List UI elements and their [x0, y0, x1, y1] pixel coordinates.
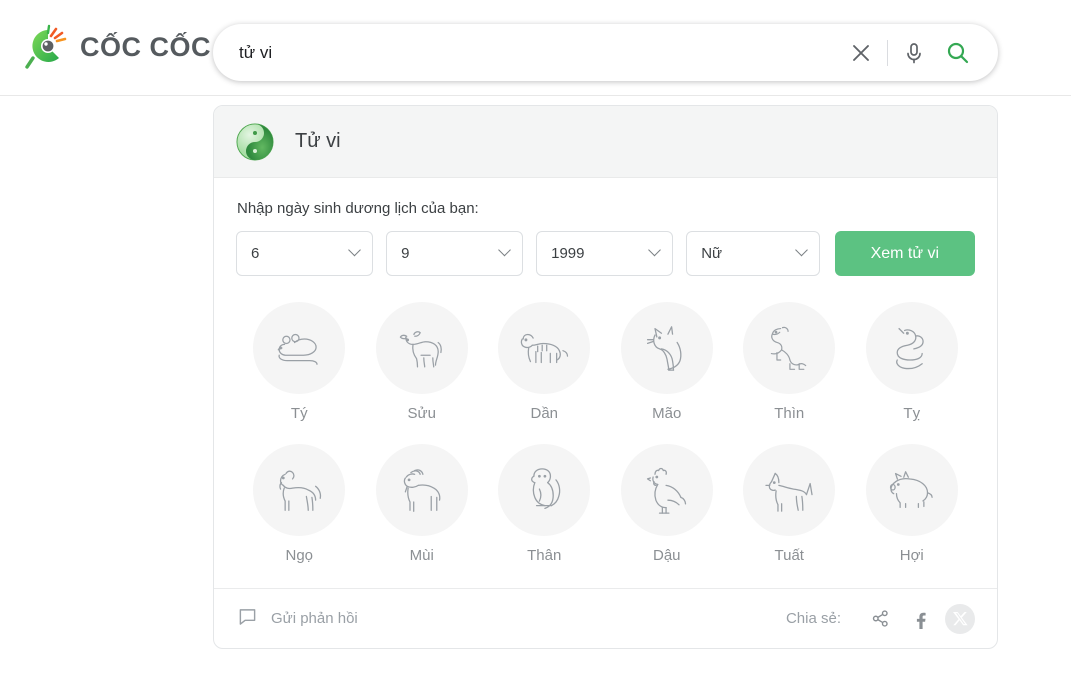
- zodiac-label: Thìn: [774, 405, 805, 422]
- coccoc-logo-icon: [24, 23, 74, 73]
- x-twitter-icon[interactable]: [945, 603, 975, 634]
- cat-icon: [620, 302, 713, 394]
- day-select-value: 6: [251, 245, 260, 262]
- share-label: Chia sẻ:: [785, 610, 841, 627]
- send-feedback-label: Gửi phản hồi: [271, 610, 358, 627]
- search-bar[interactable]: [213, 24, 998, 81]
- zodiac-label: Sửu: [407, 405, 436, 422]
- year-select[interactable]: 1999: [536, 231, 674, 276]
- chevron-down-icon: [648, 243, 662, 256]
- zodiac-label: Mùi: [409, 547, 434, 564]
- zodiac-label: Hợi: [899, 547, 924, 564]
- yin-yang-icon: [236, 122, 274, 161]
- chevron-down-icon: [498, 243, 511, 256]
- zodiac-item[interactable]: Dần: [483, 302, 606, 438]
- send-feedback-button[interactable]: Gửi phản hồi: [238, 607, 358, 631]
- voice-search-button[interactable]: [892, 31, 936, 75]
- rat-icon: [253, 302, 346, 394]
- month-select-value: 9: [401, 245, 410, 262]
- zodiac-label: Tỵ: [903, 405, 921, 422]
- zodiac-item[interactable]: Sửu: [361, 302, 484, 438]
- gender-select[interactable]: Nữ: [686, 231, 820, 276]
- pig-icon: [865, 444, 958, 536]
- zodiac-label: Tý: [290, 405, 308, 422]
- dog-icon: [743, 444, 836, 536]
- zodiac-item[interactable]: Tỵ: [851, 302, 974, 438]
- zodiac-label: Tuất: [774, 547, 804, 564]
- zodiac-label: Dậu: [652, 547, 681, 564]
- zodiac-label: Thân: [527, 547, 562, 564]
- search-header: CỐC CỐC: [0, 0, 1071, 96]
- birthdate-form-label: Nhập ngày sinh dương lịch của bạn:: [237, 200, 479, 217]
- card-footer: Gửi phản hồi Chia sẻ:: [214, 588, 997, 648]
- horoscope-card: Tử vi Nhập ngày sinh dương lịch của bạn:…: [213, 105, 998, 649]
- view-horoscope-button[interactable]: Xem tử vi: [834, 231, 975, 276]
- year-select-value: 1999: [551, 245, 585, 262]
- zodiac-item[interactable]: Thân: [483, 444, 606, 580]
- search-divider: [887, 39, 888, 66]
- card-title: Tử vi: [295, 130, 341, 152]
- zodiac-label: Mão: [652, 405, 682, 422]
- zodiac-item[interactable]: Hợi: [851, 444, 974, 580]
- zodiac-item[interactable]: Thìn: [728, 302, 851, 438]
- day-select[interactable]: 6: [236, 231, 374, 276]
- horse-icon: [253, 444, 346, 536]
- goat-icon: [375, 444, 468, 536]
- ox-icon: [375, 302, 468, 394]
- search-submit-button[interactable]: [936, 31, 980, 75]
- card-header: Tử vi: [214, 106, 997, 178]
- dragon-icon: [743, 302, 836, 394]
- coccoc-logo[interactable]: CỐC CỐC: [24, 23, 211, 73]
- gender-select-value: Nữ: [701, 245, 723, 262]
- zodiac-grid: Tý Sửu Dần Mão Thìn Tỵ Ngọ Mùi Thân Dậu …: [236, 302, 975, 580]
- chevron-down-icon: [794, 243, 808, 256]
- zodiac-item[interactable]: Tý: [238, 302, 361, 438]
- zodiac-item[interactable]: Dậu: [606, 444, 729, 580]
- month-select[interactable]: 9: [386, 231, 524, 276]
- birthdate-form-row: 6 9 1999 Nữ Xem tử vi: [236, 231, 975, 276]
- coccoc-logo-text: CỐC CỐC: [80, 32, 211, 62]
- chevron-down-icon: [348, 243, 361, 256]
- zodiac-item[interactable]: Mão: [606, 302, 729, 438]
- facebook-icon[interactable]: [905, 604, 935, 634]
- share-nodes-icon[interactable]: [865, 604, 895, 634]
- search-input[interactable]: [237, 37, 839, 68]
- zodiac-item[interactable]: Ngọ: [238, 444, 361, 580]
- snake-icon: [865, 302, 958, 394]
- share-group: Chia sẻ:: [785, 603, 975, 634]
- zodiac-item[interactable]: Tuất: [728, 444, 851, 580]
- monkey-icon: [498, 444, 591, 536]
- rooster-icon: [620, 444, 713, 536]
- zodiac-item[interactable]: Mùi: [361, 444, 484, 580]
- tiger-icon: [498, 302, 591, 394]
- zodiac-label: Dần: [530, 405, 559, 422]
- card-body: Nhập ngày sinh dương lịch của bạn: 6 9 1…: [214, 178, 997, 588]
- clear-search-button[interactable]: [839, 31, 883, 75]
- zodiac-label: Ngọ: [285, 547, 314, 564]
- speech-bubble-icon: [238, 607, 257, 631]
